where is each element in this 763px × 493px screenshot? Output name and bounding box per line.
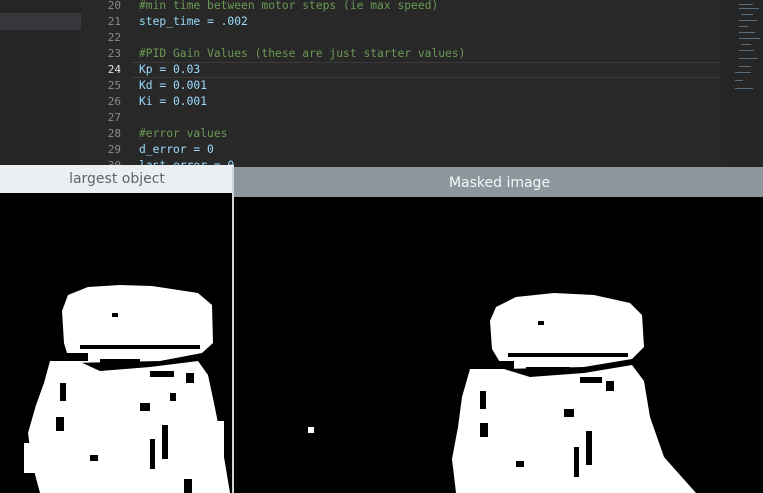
line-number: 27 (107, 111, 121, 124)
image-canvas (0, 193, 234, 493)
masked-image-window[interactable]: Masked image (232, 167, 763, 493)
code-line[interactable]: Ki = 0.001 (139, 94, 207, 110)
window-title: Masked image (448, 175, 551, 191)
code-line[interactable]: Kp = 0.03 (139, 62, 200, 78)
code-line[interactable]: Kd = 0.001 (139, 78, 207, 94)
window-title: largest object (69, 171, 165, 187)
code-line[interactable]: d_error = 0 (139, 142, 214, 158)
window-title-bar[interactable]: Masked image (234, 167, 763, 197)
masked-image (234, 197, 763, 493)
line-number-active: 24 (107, 63, 121, 76)
line-number: 20 (107, 0, 121, 12)
window-title-bar[interactable]: largest object (0, 165, 234, 193)
line-number: 29 (107, 143, 121, 156)
file-explorer-sidebar (0, 0, 81, 175)
line-number: 28 (107, 127, 121, 140)
line-number: 22 (107, 31, 121, 44)
image-canvas (234, 197, 763, 493)
line-number: 26 (107, 95, 121, 108)
code-line[interactable]: step_time = .002 (139, 14, 248, 30)
largest-object-image (0, 193, 234, 493)
code-line[interactable]: #error values (139, 126, 227, 142)
code-line[interactable]: #PID Gain Values (these are just starter… (139, 46, 465, 62)
code-editor[interactable]: 20 21 22 23 24 25 26 27 28 29 30 #min ti… (0, 0, 763, 175)
largest-object-window[interactable]: largest object (0, 165, 234, 493)
line-number-gutter: 20 21 22 23 24 25 26 27 28 29 30 (81, 0, 131, 175)
line-number: 23 (107, 47, 121, 60)
line-number: 25 (107, 79, 121, 92)
sidebar-selected-item[interactable] (0, 13, 81, 30)
code-area[interactable]: #min time between motor steps (ie max sp… (139, 0, 719, 175)
line-number: 21 (107, 15, 121, 28)
code-line[interactable]: #min time between motor steps (ie max sp… (139, 0, 438, 14)
minimap[interactable] (721, 0, 763, 175)
